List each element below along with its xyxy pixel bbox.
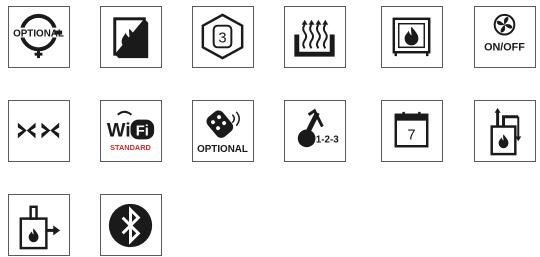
calendar-day-label: 7 [407,127,415,143]
hexagon-three-label: 3 [218,30,226,46]
optional-remote-label: OPTIONAL [197,144,248,155]
hexagon-three-icon: 3 [201,13,244,60]
calendar-icon: 7 [394,111,429,148]
on-off-label: ON/OFF [484,41,525,53]
remote-control-icon: OPTIONAL [197,110,248,155]
thermometer-tile[interactable]: 1-2-3 [284,100,346,162]
stove-pipe-tile[interactable] [8,194,70,256]
wifi-standard-icon: Wi Fi STANDARD [107,110,155,152]
standard-label: STANDARD [110,143,151,152]
optional-plug-icon: OPTIONAL [13,13,64,59]
fan-on-off-icon: ON/OFF [484,13,525,53]
stove-ducts-tile[interactable] [474,100,536,162]
hexagon-three-tile[interactable]: 3 [192,6,254,68]
calendar-tile[interactable]: 7 [381,100,443,162]
wifi-standard-tile[interactable]: Wi Fi STANDARD [100,100,162,162]
bluetooth-tile[interactable] [100,194,162,256]
remote-control-tile[interactable]: OPTIONAL [192,100,254,162]
heating-tray-tile[interactable] [284,6,346,68]
temp-levels-label: 1-2-3 [316,134,339,145]
wifi-label: Wi [107,119,131,141]
stove-fire-tile[interactable] [381,6,443,68]
fan-on-off-tile[interactable]: ON/OFF [474,6,536,68]
stove-door-fire-icon [113,17,149,59]
optional-plug-tile[interactable]: OPTIONAL [8,6,70,68]
bluetooth-icon [108,203,153,248]
heating-tray-icon [294,19,335,57]
stove-pipe-icon [19,205,61,250]
airflow-arrows-tile[interactable] [8,100,70,162]
thermometer-icon: 1-2-3 [297,108,339,148]
stove-ducts-icon [490,107,522,156]
optional-label: OPTIONAL [13,29,64,40]
fi-label: Fi [136,123,149,139]
stove-door-fire-tile[interactable] [100,6,162,68]
airflow-arrows-icon [17,122,60,139]
stove-fire-icon [392,17,431,57]
